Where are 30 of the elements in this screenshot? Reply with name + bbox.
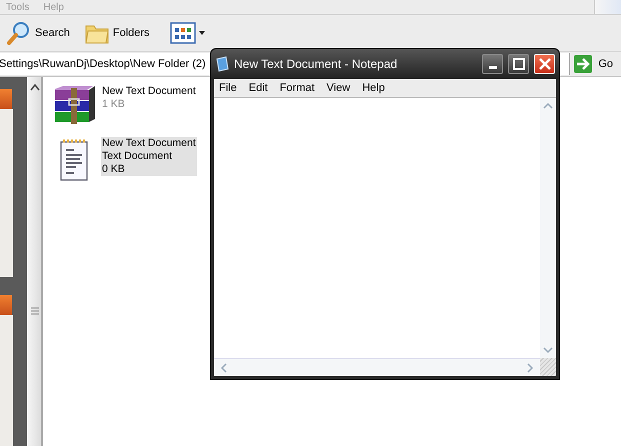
scroll-left-icon — [220, 362, 228, 372]
scroll-right-icon — [526, 362, 534, 372]
size-grip-icon[interactable] — [540, 358, 556, 376]
scrollbar[interactable] — [27, 77, 43, 446]
maximize-button[interactable] — [508, 54, 529, 74]
scroll-up-icon — [543, 102, 553, 110]
minimize-button[interactable] — [482, 54, 503, 74]
views-grid-icon — [170, 21, 206, 45]
minimize-icon — [488, 66, 496, 69]
scroll-down-icon — [543, 346, 553, 354]
search-button[interactable]: Search — [2, 18, 74, 48]
menu-item[interactable]: View — [326, 82, 350, 94]
menu-item[interactable]: File — [219, 82, 237, 94]
menu-item[interactable]: Format — [280, 82, 315, 94]
go-button[interactable]: Go — [570, 55, 621, 73]
file-label[interactable]: New Text Document 1 KB — [101, 85, 197, 111]
menu-item[interactable]: Help — [362, 82, 385, 94]
file-label[interactable]: New Text Document Text Document 0 KB — [101, 137, 197, 176]
window-title: New Text Document - Notepad — [234, 57, 398, 71]
close-icon — [538, 58, 550, 70]
vertical-scrollbar[interactable] — [540, 98, 556, 358]
search-icon — [6, 20, 32, 46]
folders-button[interactable]: Folders — [80, 19, 154, 47]
notepad-icon — [215, 56, 229, 72]
maximize-icon — [512, 58, 524, 70]
arrow-icon — [574, 55, 592, 73]
menu-item[interactable]: Edit — [248, 82, 268, 94]
grip-icon — [30, 307, 40, 315]
close-button[interactable] — [534, 54, 555, 74]
scroll-up-icon — [29, 83, 41, 91]
